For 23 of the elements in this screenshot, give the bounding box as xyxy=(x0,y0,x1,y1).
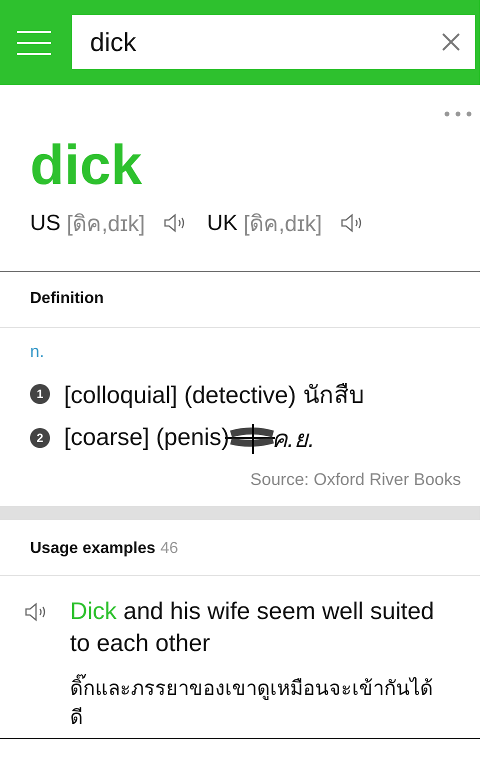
section-title: Definition xyxy=(29,289,105,309)
phonetic-text: [ดิค,dɪk] xyxy=(66,210,145,238)
section-title: Usage examples xyxy=(30,540,156,557)
more-icon[interactable] xyxy=(444,111,472,119)
sense-text: [coarse] (penis) xyxy=(64,424,230,452)
phonetic-text: [ดิค,dɪk] xyxy=(244,210,322,238)
speaker-icon[interactable] xyxy=(162,211,187,235)
sense-number: 1 xyxy=(30,384,50,404)
sense-text: [colloquial] (detective) นักสืบ xyxy=(64,380,364,410)
speaker-icon[interactable] xyxy=(340,211,364,235)
menu-icon[interactable] xyxy=(17,30,51,56)
close-icon[interactable] xyxy=(441,32,461,52)
example-sentence: Dick and his wife seem well suited to each other xyxy=(70,597,436,659)
headword: dick xyxy=(29,132,144,197)
source-text: Source: Oxford River Books xyxy=(249,470,461,490)
search-field[interactable]: dick xyxy=(72,15,475,69)
sense-number: 2 xyxy=(30,428,50,448)
region-label: US xyxy=(30,210,61,236)
example-translation: ดิ๊กและภรรยาของเขาดูเหมือนจะเข้ากันได้ดี xyxy=(70,674,434,731)
example-count: 46 xyxy=(160,540,178,557)
region-label: UK xyxy=(206,210,238,236)
sense-text: ค.ย. xyxy=(271,424,315,454)
part-of-speech: n. xyxy=(30,342,46,362)
